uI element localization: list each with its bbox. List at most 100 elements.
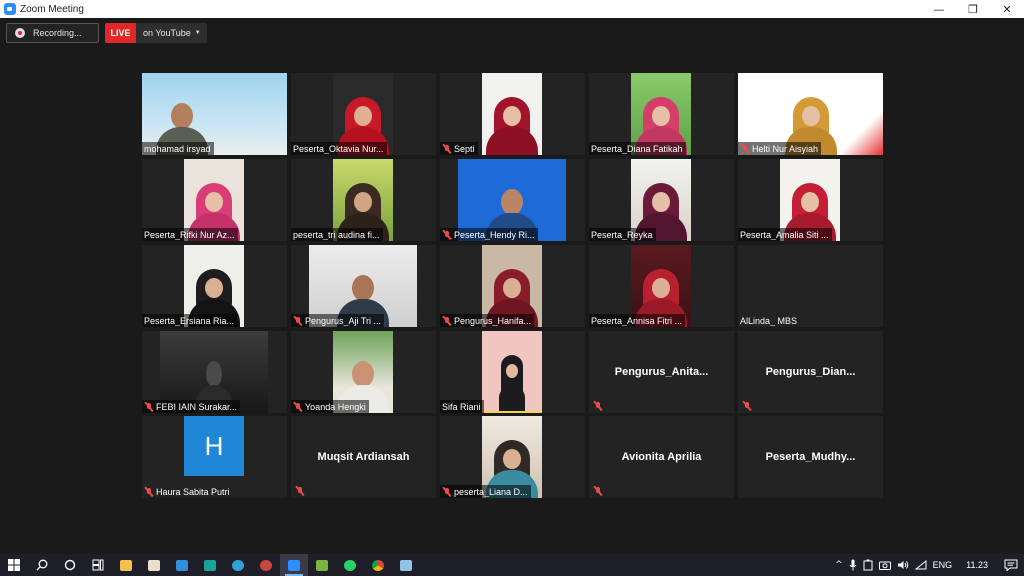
tray-chevron-icon[interactable]: ^ [835, 560, 843, 570]
participant-tile[interactable]: Peserta_Amalia Siti ... [738, 159, 883, 241]
participant-name: Pengurus_Aji Tri ... [305, 315, 382, 326]
zoom-logo-icon [4, 3, 16, 15]
recording-label: Recording... [33, 28, 82, 38]
participant-name-bar: peserta_Liana D... [440, 485, 531, 498]
participant-tile[interactable]: Peserta_Mudhy... [738, 416, 883, 498]
participant-video [482, 331, 542, 413]
participant-tile[interactable]: mohamad irsyad [142, 73, 287, 155]
participant-tile[interactable]: Peserta_Reyka [589, 159, 734, 241]
muted-mic-icon [295, 486, 305, 496]
participant-tile[interactable]: Yoanda Hengki [291, 331, 436, 413]
taskbar-zoom[interactable] [280, 554, 308, 576]
participant-name-bar: Yoanda Hengki [291, 400, 369, 413]
search-button[interactable] [28, 554, 56, 576]
participant-name: Peserta_Mudhy... [765, 451, 856, 463]
participant-tile[interactable]: peserta_tri audina fi... [291, 159, 436, 241]
participant-tile[interactable]: Peserta_Oktavia Nur... [291, 73, 436, 155]
windows-logo-icon [8, 559, 20, 571]
taskbar-edge[interactable] [224, 554, 252, 576]
participant-tile[interactable]: Pengurus_Dian... [738, 331, 883, 413]
participant-name-bar: Haura Sabita Putri [142, 485, 233, 498]
participant-name: Yoanda Hengki [305, 401, 366, 412]
participant-name: FEBI IAIN Surakar... [156, 401, 238, 412]
store-icon [148, 559, 160, 571]
taskbar-android[interactable] [308, 554, 336, 576]
live-badge: LIVE [105, 23, 136, 43]
participant-name-bar: Peserta_Ersiana Ria... [142, 314, 238, 327]
battery-icon[interactable] [863, 559, 873, 571]
participant-gallery: mohamad irsyad Peserta_Oktavia Nur... Se… [142, 73, 883, 498]
participant-name-bar: peserta_tri audina fi... [291, 228, 383, 241]
participant-name-bar: Pengurus_Aji Tri ... [291, 314, 385, 327]
language-indicator[interactable]: ENG [933, 560, 953, 570]
taskbar-media[interactable] [252, 554, 280, 576]
taskbar-whatsapp[interactable] [336, 554, 364, 576]
task-view-button[interactable] [84, 554, 112, 576]
muted-mic-icon [742, 401, 752, 411]
participant-tile[interactable]: peserta_Liana D... [440, 416, 585, 498]
participant-name-bar: Peserta_Rifki Nur Az... [142, 228, 238, 241]
taskbar-files[interactable] [392, 554, 420, 576]
start-button[interactable] [0, 554, 28, 576]
participant-tile[interactable]: Septi [440, 73, 585, 155]
taskbar-chrome[interactable] [364, 554, 392, 576]
clock[interactable]: 11.23 [966, 560, 988, 570]
cortana-button[interactable] [56, 554, 84, 576]
participant-name: Peserta_Oktavia Nur... [293, 143, 384, 154]
close-button[interactable]: ✕ [990, 0, 1024, 18]
participant-name: peserta_tri audina fi... [293, 229, 380, 240]
live-target-label: on YouTube [143, 28, 191, 38]
camera-icon[interactable] [878, 560, 891, 570]
live-target: on YouTube ▼ [136, 28, 207, 38]
network-icon[interactable] [914, 560, 927, 570]
live-stream-dropdown[interactable]: LIVE on YouTube ▼ [105, 23, 207, 43]
muted-mic-icon [442, 487, 452, 497]
participant-tile[interactable]: Pengurus_Aji Tri ... [291, 245, 436, 327]
participant-name-bar: AlLinda_ MBS [738, 314, 800, 327]
taskbar-file-explorer[interactable] [112, 554, 140, 576]
participant-name-bar: Peserta_Hendy Ri... [440, 228, 538, 241]
participant-name: Peserta_Reyka [591, 229, 653, 240]
participant-name-bar: mohamad irsyad [142, 142, 214, 155]
participant-tile[interactable]: Peserta_Ersiana Ria... [142, 245, 287, 327]
participant-tile[interactable]: Muqsit Ardiansah [291, 416, 436, 498]
participant-tile[interactable]: Peserta_Diana Fatikah [589, 73, 734, 155]
participant-tile[interactable]: Peserta_Hendy Ri... [440, 159, 585, 241]
participant-tile[interactable]: Helti Nur Aisyiah [738, 73, 883, 155]
participant-tile[interactable]: Sifa Riani [440, 331, 585, 413]
participant-name-bar: Helti Nur Aisyiah [738, 142, 822, 155]
participant-tile[interactable]: FEBI IAIN Surakar... [142, 331, 287, 413]
window-controls: — ❐ ✕ [922, 0, 1024, 18]
participant-name: Haura Sabita Putri [156, 486, 230, 497]
participant-name-bar: Septi [440, 142, 478, 155]
participant-tile[interactable]: Peserta_Annisa Fitri ... [589, 245, 734, 327]
participant-name-bar: Peserta_Diana Fatikah [589, 142, 686, 155]
participant-name: Septi [454, 143, 475, 154]
avatar: H [184, 416, 244, 476]
zoom-icon [288, 559, 300, 571]
muted-mic-icon [593, 401, 603, 411]
taskbar-store[interactable] [140, 554, 168, 576]
participant-tile[interactable]: AlLinda_ MBS [738, 245, 883, 327]
participant-name: Avionita Aprilia [621, 451, 702, 463]
restore-button[interactable]: ❐ [956, 0, 990, 18]
taskbar-app[interactable] [196, 554, 224, 576]
taskbar-mail[interactable] [168, 554, 196, 576]
participant-tile[interactable]: Pengurus_Anita... [589, 331, 734, 413]
minimize-button[interactable]: — [922, 0, 956, 18]
recording-button[interactable]: Recording... [6, 23, 99, 43]
notification-icon[interactable] [1004, 559, 1018, 571]
volume-icon[interactable] [897, 560, 909, 570]
participant-name-bar: Peserta_Oktavia Nur... [291, 142, 387, 155]
participant-name: Peserta_Hendy Ri... [454, 229, 535, 240]
participant-name-bar: Peserta_Reyka [589, 228, 656, 241]
search-icon [36, 559, 48, 571]
participant-tile[interactable]: Pengurus_Hanifa... [440, 245, 585, 327]
participant-name: Pengurus_Dian... [765, 366, 856, 378]
participant-tile[interactable]: Peserta_Rifki Nur Az... [142, 159, 287, 241]
participant-video [482, 73, 542, 155]
participant-tile[interactable]: Avionita Aprilia [589, 416, 734, 498]
participant-tile[interactable]: H Haura Sabita Putri [142, 416, 287, 498]
speaking-indicator [482, 411, 542, 413]
microphone-icon[interactable] [849, 559, 857, 571]
